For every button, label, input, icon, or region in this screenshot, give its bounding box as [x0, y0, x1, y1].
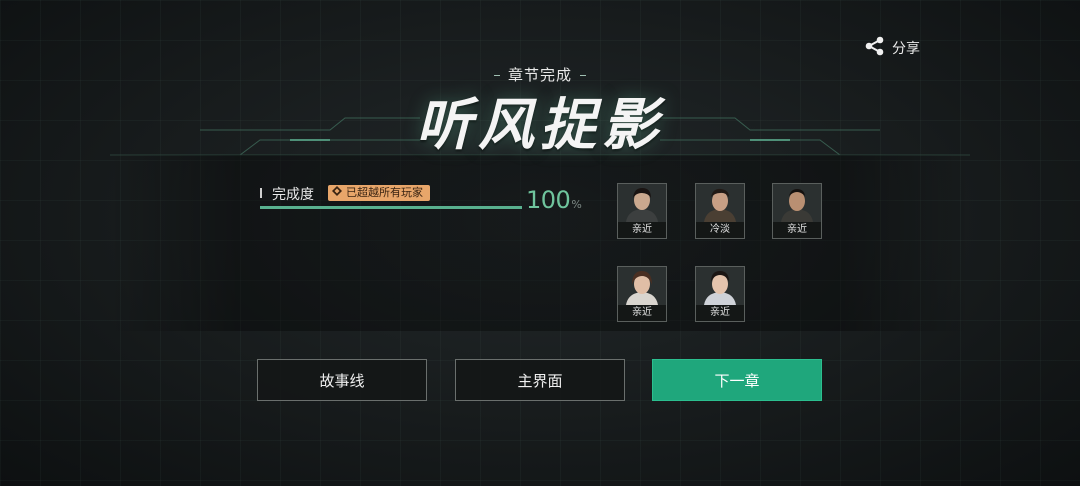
diamond-icon	[332, 185, 342, 201]
character-relation: 亲近	[773, 222, 821, 238]
completion-progress-bar	[260, 206, 522, 209]
completion-section: 完成度 已超越所有玩家 100%	[260, 182, 590, 222]
character-portrait	[618, 267, 666, 305]
character-card[interactable]: 亲近	[695, 266, 745, 322]
character-relation: 亲近	[618, 222, 666, 238]
character-portrait	[773, 184, 821, 222]
completion-unit: %	[571, 198, 582, 211]
character-card[interactable]: 亲近	[617, 266, 667, 322]
rank-badge-text: 已超越所有玩家	[346, 186, 423, 199]
character-portrait	[696, 184, 744, 222]
completion-number: 100	[526, 186, 571, 214]
chapter-title: 听风捉影	[416, 93, 664, 158]
character-card[interactable]: 亲近	[617, 183, 667, 239]
share-button[interactable]: 分享	[864, 35, 920, 61]
main-menu-button[interactable]: 主界面	[455, 359, 625, 401]
completion-label: 完成度	[272, 187, 314, 203]
completion-marker	[260, 188, 262, 198]
storyline-button[interactable]: 故事线	[257, 359, 427, 401]
share-label: 分享	[892, 41, 920, 57]
character-relation: 亲近	[696, 305, 744, 321]
next-chapter-button[interactable]: 下一章	[652, 359, 822, 401]
character-card[interactable]: 冷淡	[695, 183, 745, 239]
character-card[interactable]: 亲近	[772, 183, 822, 239]
share-icon	[864, 35, 886, 61]
character-relation: 冷淡	[696, 222, 744, 238]
completion-value: 100%	[526, 186, 582, 214]
character-relation: 亲近	[618, 305, 666, 321]
character-portrait	[618, 184, 666, 222]
rank-badge: 已超越所有玩家	[328, 185, 430, 201]
character-portrait	[696, 267, 744, 305]
